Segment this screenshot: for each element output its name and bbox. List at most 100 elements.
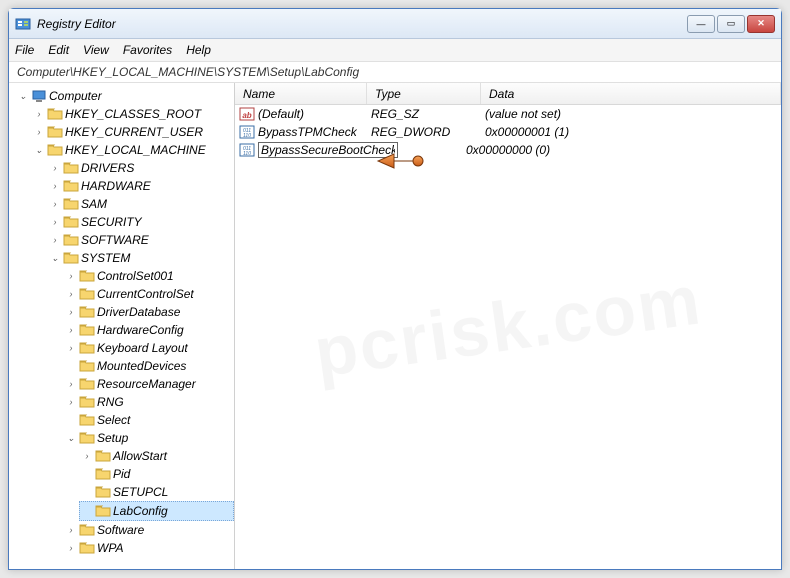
value-name-edit-input[interactable] [258, 142, 398, 158]
address-path: Computer\HKEY_LOCAL_MACHINE\SYSTEM\Setup… [17, 65, 359, 79]
tree-node-hkcu[interactable]: ›HKEY_CURRENT_USER [31, 123, 234, 141]
chevron-right-icon[interactable]: › [65, 303, 77, 321]
tree-label: Software [97, 521, 144, 539]
tree-node-hardware[interactable]: › HARDWARE [47, 177, 234, 195]
tree-node-rng[interactable]: › RNG [63, 393, 234, 411]
tree-node-mounteddevices[interactable]: MountedDevices [63, 357, 234, 375]
tree-node-hkcr[interactable]: › HKEY_CLASSES_ROOT [31, 105, 234, 123]
folder-icon [63, 161, 79, 175]
folder-icon [63, 233, 79, 247]
value-data: 0x00000000 (0) [462, 143, 781, 157]
value-row[interactable]: 011110BypassTPMCheckREG_DWORD0x00000001 … [235, 123, 781, 141]
folder-icon [79, 431, 95, 445]
folder-icon [47, 107, 63, 121]
tree-label: SOFTWARE [81, 231, 149, 249]
tree-node-software2[interactable]: › Software [63, 521, 234, 539]
value-row[interactable]: ab(Default)REG_SZ(value not set) [235, 105, 781, 123]
chevron-right-icon[interactable]: › [33, 123, 45, 141]
menu-favorites[interactable]: Favorites [123, 43, 172, 57]
value-row[interactable]: 0111100x00000000 (0) [235, 141, 781, 159]
chevron-down-icon[interactable]: ⌄ [17, 87, 29, 105]
folder-icon [79, 287, 95, 301]
tree-node-wpa[interactable]: ›WPA [63, 539, 234, 557]
chevron-right-icon[interactable]: › [65, 321, 77, 339]
tree-node-setupcl[interactable]: SETUPCL [79, 483, 234, 501]
column-name[interactable]: Name [235, 83, 367, 104]
chevron-down-icon[interactable]: ⌄ [33, 141, 45, 159]
chevron-right-icon[interactable]: › [49, 159, 61, 177]
tree-node-driverdatabase[interactable]: › DriverDatabase [63, 303, 234, 321]
chevron-right-icon[interactable]: › [49, 231, 61, 249]
reg-sz-icon: ab [239, 106, 255, 122]
chevron-right-icon[interactable]: › [65, 521, 77, 539]
key-tree[interactable]: ⌄Computer›HKEY_CLASSES_ROOT›HKEY_CURRENT… [9, 83, 235, 569]
tree-node-drivers[interactable]: › DRIVERS [47, 159, 234, 177]
folder-icon [47, 125, 63, 139]
tree-label: HKEY_CLASSES_ROOT [65, 105, 201, 123]
value-type: REG_DWORD [367, 125, 481, 139]
chevron-right-icon[interactable]: › [65, 267, 77, 285]
value-data: (value not set) [481, 107, 781, 121]
folder-icon [79, 305, 95, 319]
address-bar[interactable]: Computer\HKEY_LOCAL_MACHINE\SYSTEM\Setup… [9, 61, 781, 83]
chevron-right-icon[interactable]: › [65, 539, 77, 557]
tree-node-hklm[interactable]: ⌄ HKEY_LOCAL_MACHINE [31, 141, 234, 159]
window-title: Registry Editor [37, 17, 685, 31]
tree-node-allowstart[interactable]: ›AllowStart [79, 447, 234, 465]
chevron-down-icon[interactable]: ⌄ [65, 429, 77, 447]
column-type[interactable]: Type [367, 83, 481, 104]
tree-node-hardwareconfig[interactable]: › HardwareConfig [63, 321, 234, 339]
tree-label: DRIVERS [81, 159, 134, 177]
chevron-right-icon[interactable]: › [49, 195, 61, 213]
column-data[interactable]: Data [481, 83, 781, 104]
tree-node-keyboardlayout[interactable]: › Keyboard Layout [63, 339, 234, 357]
folder-icon [79, 359, 95, 373]
tree-node-software[interactable]: › SOFTWARE [47, 231, 234, 249]
close-button[interactable]: ✕ [747, 15, 775, 33]
chevron-right-icon[interactable]: › [65, 285, 77, 303]
tree-node-system[interactable]: ⌄SYSTEM [47, 249, 234, 267]
chevron-down-icon[interactable]: ⌄ [49, 249, 61, 267]
tree-label: HKEY_LOCAL_MACHINE [65, 141, 206, 159]
tree-label: HARDWARE [81, 177, 151, 195]
menu-view[interactable]: View [83, 43, 109, 57]
folder-icon [79, 523, 95, 537]
chevron-right-icon[interactable]: › [65, 393, 77, 411]
tree-label: RNG [97, 393, 124, 411]
chevron-right-icon[interactable]: › [49, 177, 61, 195]
chevron-right-icon[interactable]: › [33, 105, 45, 123]
tree-label: MountedDevices [97, 357, 186, 375]
menu-file[interactable]: File [15, 43, 34, 57]
tree-node-currentcontrolset[interactable]: › CurrentControlSet [63, 285, 234, 303]
tree-node-select[interactable]: Select [63, 411, 234, 429]
tree-node-labconfig[interactable]: LabConfig [79, 501, 234, 521]
menu-edit[interactable]: Edit [48, 43, 69, 57]
tree-label: CurrentControlSet [97, 285, 194, 303]
tree-label: HardwareConfig [97, 321, 184, 339]
tree-node-setup[interactable]: ⌄Setup [63, 429, 234, 447]
tree-label: DriverDatabase [97, 303, 180, 321]
tree-node-root[interactable]: ⌄Computer [15, 87, 234, 105]
tree-label: SETUPCL [113, 483, 168, 501]
title-bar[interactable]: Registry Editor — ▭ ✕ [9, 9, 781, 39]
menu-help[interactable]: Help [186, 43, 211, 57]
tree-node-resourcemanager[interactable]: ›ResourceManager [63, 375, 234, 393]
value-name: BypassTPMCheck [258, 125, 357, 139]
maximize-button[interactable]: ▭ [717, 15, 745, 33]
folder-icon [79, 395, 95, 409]
svg-text:110: 110 [243, 151, 251, 157]
chevron-right-icon[interactable]: › [65, 375, 77, 393]
chevron-right-icon[interactable]: › [65, 339, 77, 357]
tree-node-pid[interactable]: Pid [79, 465, 234, 483]
folder-icon [79, 377, 95, 391]
chevron-right-icon[interactable]: › [81, 447, 93, 465]
svg-text:110: 110 [243, 133, 251, 139]
tree-node-controlset001[interactable]: ›ControlSet001 [63, 267, 234, 285]
chevron-right-icon[interactable]: › [49, 213, 61, 231]
minimize-button[interactable]: — [687, 15, 715, 33]
tree-label: Keyboard Layout [97, 339, 188, 357]
tree-node-sam[interactable]: ›SAM [47, 195, 234, 213]
value-name: (Default) [258, 107, 304, 121]
tree-node-security[interactable]: ›SECURITY [47, 213, 234, 231]
tree-label: LabConfig [113, 502, 168, 520]
